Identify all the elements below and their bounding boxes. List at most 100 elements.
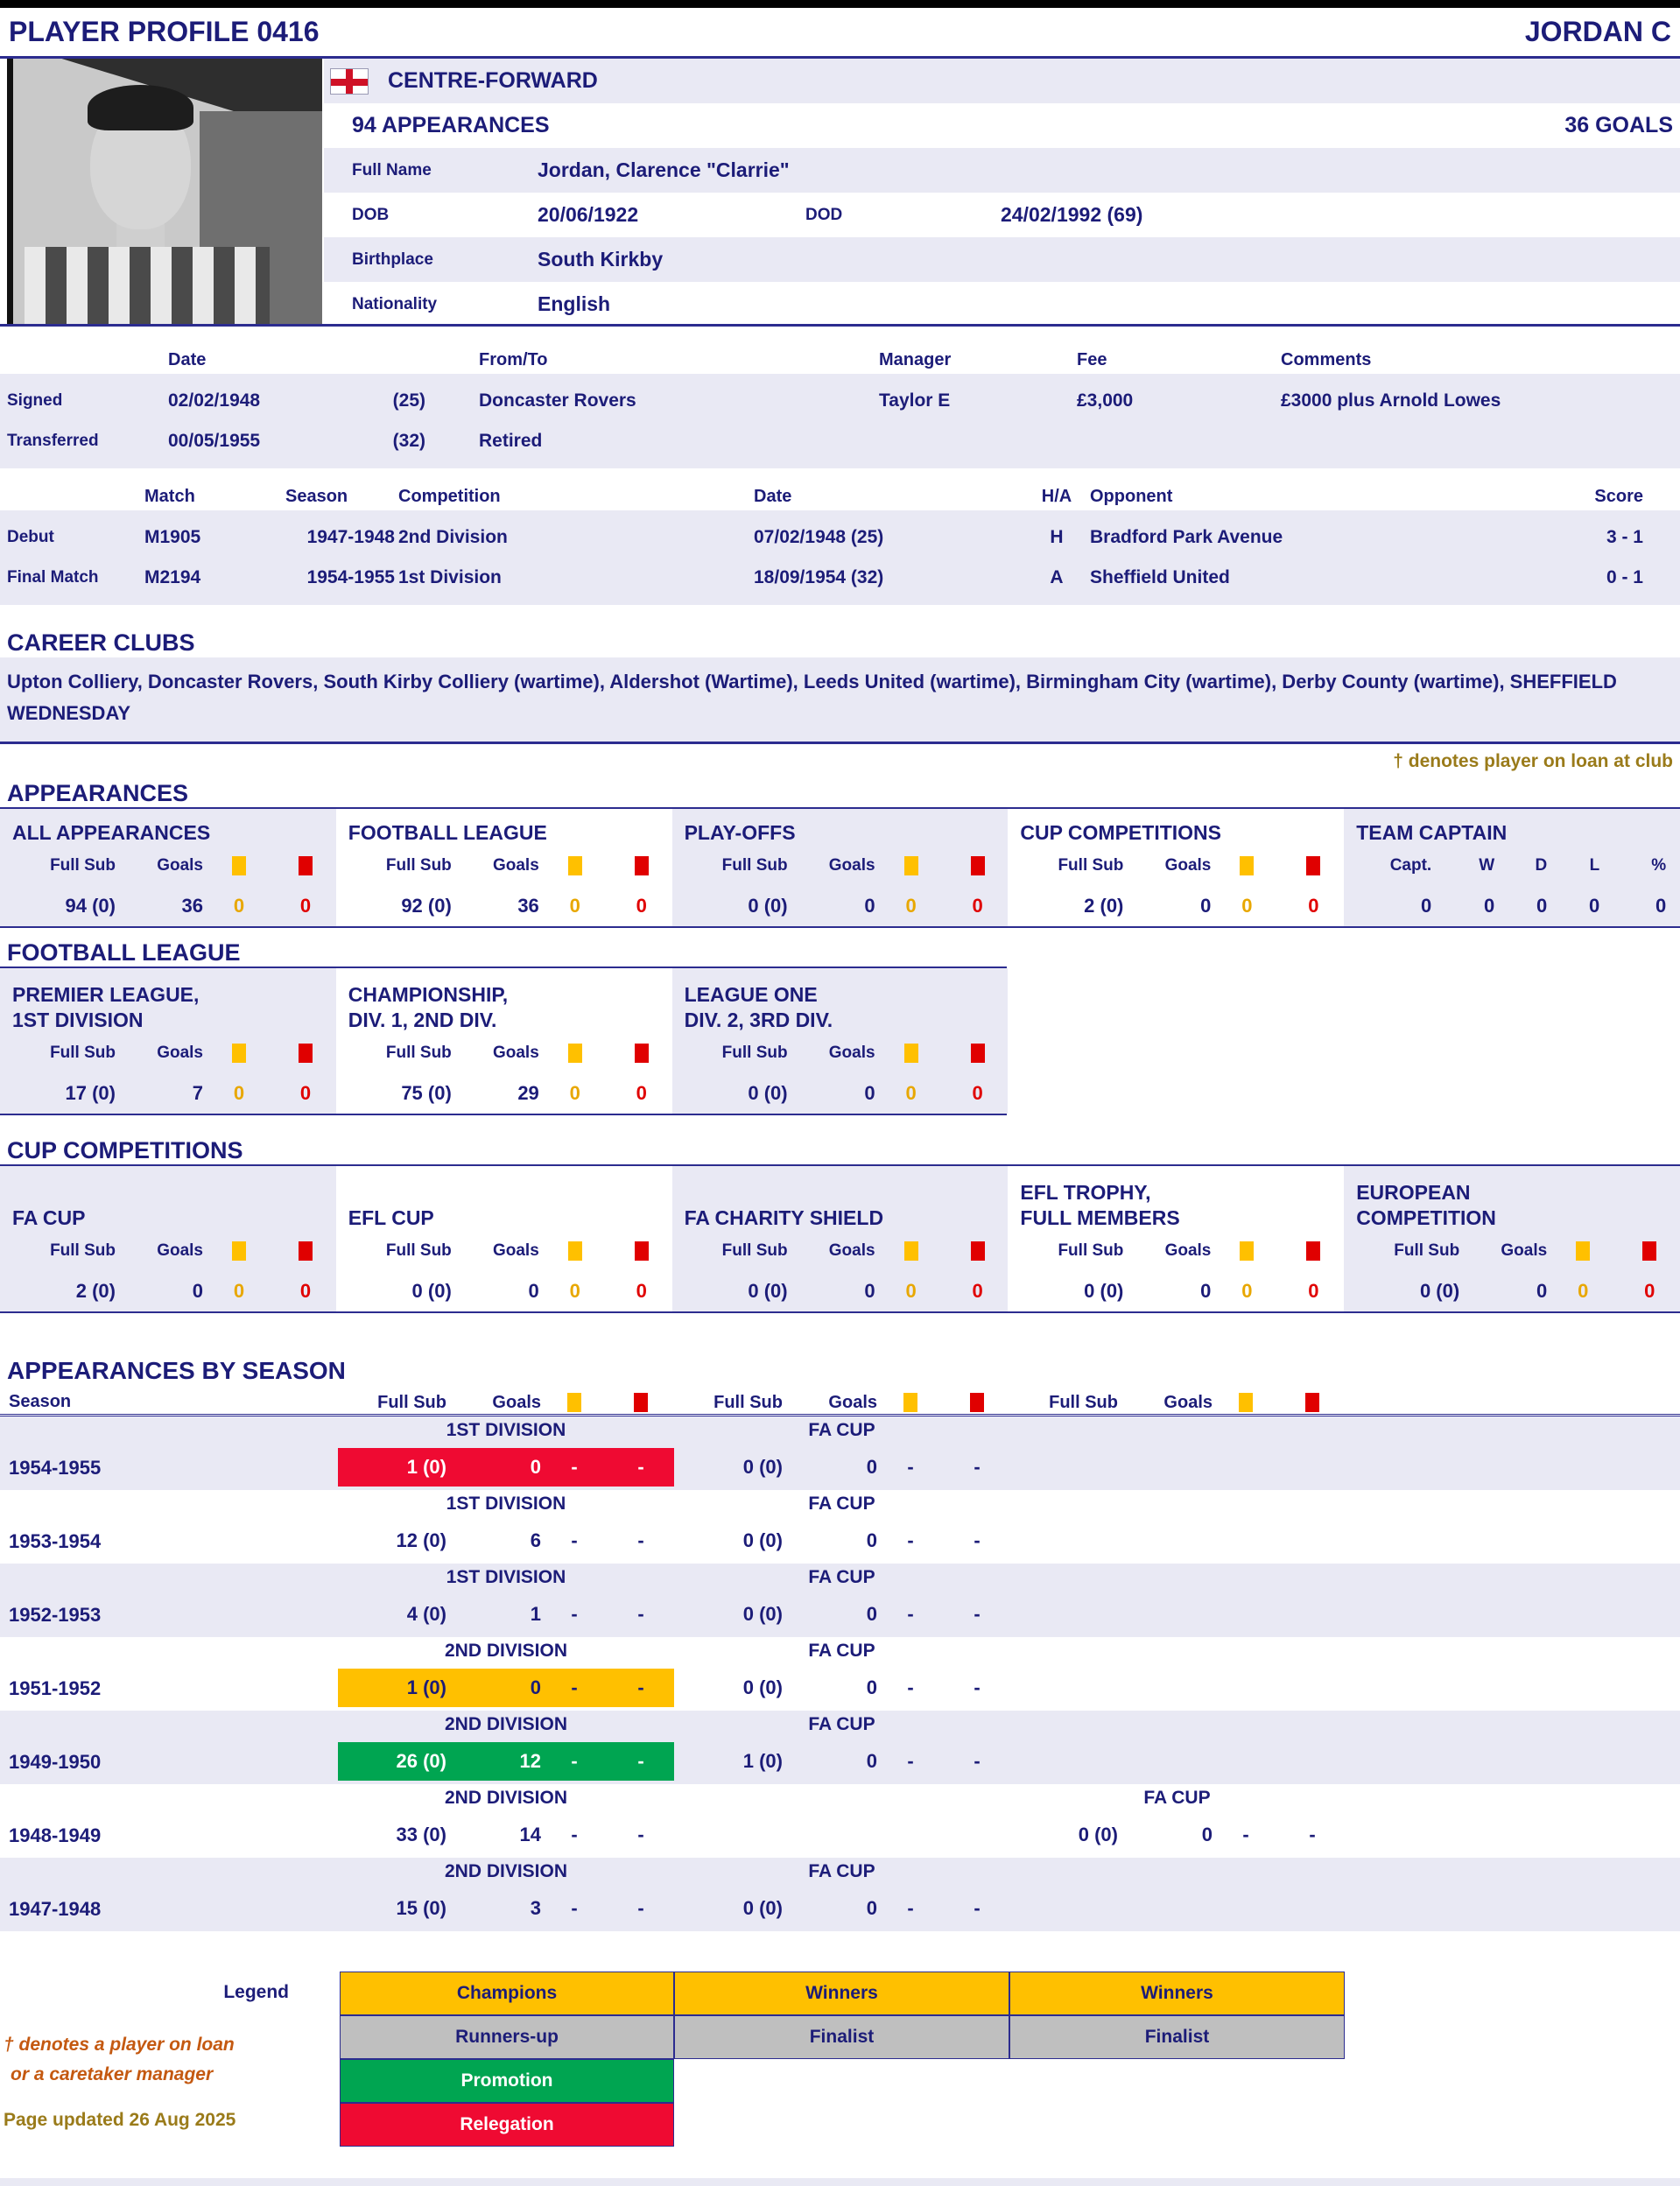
stat-block-premier-league: PREMIER LEAGUE, 1ST DIVISION Full Sub Goal…	[0, 968, 336, 1114]
cup-competitions-title: CUP COMPETITIONS	[0, 1136, 1680, 1166]
red-card-icon	[299, 1241, 313, 1261]
dod-label: DOD	[805, 205, 843, 224]
birthplace-row: Birthplace South Kirkby	[324, 237, 1680, 282]
football-league-section: FOOTBALL LEAGUE PREMIER LEAGUE, 1ST DIVIS…	[0, 938, 1009, 1115]
yellow-card-icon	[1239, 1393, 1253, 1413]
col-match: Match	[144, 486, 195, 506]
red-card-icon	[634, 855, 649, 875]
full-name-row: Full Name Jordan, Clarence "Clarrie"	[324, 148, 1680, 193]
col-manager: Manager	[879, 349, 952, 369]
yellow-card-icon	[232, 1241, 246, 1261]
top-black-bar	[0, 0, 1680, 8]
yellow-card-icon	[903, 1241, 918, 1261]
goals-total: 36 GOALS	[1564, 113, 1673, 137]
col-score: Score	[1594, 486, 1643, 506]
legend-finalist-cup: Finalist	[674, 2015, 1009, 2059]
red-card-icon	[970, 1043, 985, 1063]
red-card-icon	[970, 855, 985, 875]
appearances-title: APPEARANCES	[0, 779, 1680, 809]
loan-caretaker-note-line1: † denotes a player on loan	[4, 2035, 235, 2055]
red-card-icon	[1306, 1241, 1321, 1261]
yellow-card-icon	[903, 1043, 918, 1063]
legend-runners-up: Runners-up	[340, 2015, 674, 2059]
dod-value: 24/02/1992 (69)	[1001, 203, 1143, 226]
yellow-card-icon	[567, 1043, 582, 1063]
stat-block-play-offs: PLAY-OFFS Full Sub Goals 0 (0) 0 0 0	[671, 809, 1009, 926]
table-row: Final Match M2194 1954-1955 1st Division…	[7, 567, 1643, 587]
position-row: CENTRE-FORWARD	[324, 59, 1680, 103]
dob-dod-row: DOB 20/06/1922 DOD 24/02/1992 (69)	[324, 193, 1680, 237]
career-clubs-text: Upton Colliery, Doncaster Rovers, South …	[0, 657, 1680, 744]
loan-note: † denotes player on loan at club	[1393, 751, 1673, 771]
by-season-header: Season Full Sub Goals Full Sub Goals Full …	[0, 1388, 1680, 1416]
transfers-table: Date From/To Manager Fee Comments Signed…	[0, 346, 1680, 468]
loan-caretaker-note-line2: or a caretaker manager	[11, 2064, 214, 2084]
transfers-band: Signed 02/02/1948 (25) Doncaster Rovers …	[0, 374, 1680, 468]
page-updated-note: Page updated 26 Aug 2025	[4, 2110, 236, 2130]
col-comments: Comments	[1281, 349, 1372, 369]
appearances-section: APPEARANCES ALL APPEARANCES Full Sub Goal…	[0, 779, 1680, 928]
col-competition: Competition	[398, 486, 501, 506]
nationality-row: Nationality English	[324, 282, 1680, 327]
legend-relegation: Relegation	[340, 2103, 674, 2147]
yellow-card-icon	[567, 1393, 581, 1413]
transfers-header: Date From/To Manager Fee Comments	[0, 346, 1680, 374]
cup-competitions-section: CUP COMPETITIONS FA CUP Full Sub Goals 2 …	[0, 1136, 1680, 1313]
birthplace-label: Birthplace	[352, 250, 433, 269]
season-row: 2ND DIVISION FA CUP 1948-1949 33 (0) 14- -…	[9, 1788, 1316, 1846]
col-opponent: Opponent	[1090, 486, 1173, 506]
season-row: 1ST DIVISION FA CUP 1953-1954 12 (0) 6- - …	[9, 1494, 981, 1552]
stat-block-european: EUROPEAN COMPETITION Full Sub Goals 0 (0) 0…	[1344, 1166, 1680, 1311]
stat-block-team-captain: TEAM CAPTAIN Capt. W D L % 0 0 0 0 0	[1344, 809, 1680, 926]
profile-info: CENTRE-FORWARD 94 APPEARANCES 36 GOALS F…	[324, 59, 1680, 324]
legend-winners-cup: Winners	[674, 1972, 1009, 2015]
appearances-by-season-section: APPEARANCES BY SEASON Season Full Sub Goa…	[0, 1353, 1680, 1931]
red-card-icon	[970, 1393, 984, 1413]
footer-strip	[0, 2178, 1680, 2186]
stat-block-efl-trophy: EFL TROPHY, FULL MEMBERS Full Sub Goals 0 …	[1020, 1181, 1321, 1302]
title-bar: PLAYER PROFILE 0416 JORDAN C	[0, 8, 1680, 59]
page-title: PLAYER PROFILE 0416	[9, 16, 320, 47]
stat-block-championship: CHAMPIONSHIP, DIV. 1, 2ND DIV. Full Sub Go…	[348, 983, 649, 1104]
profile-section: CENTRE-FORWARD 94 APPEARANCES 36 GOALS F…	[0, 59, 1680, 327]
red-card-icon	[1306, 855, 1321, 875]
stat-block-efl-cup: EFL CUP Full Sub Goals 0 (0) 0 0 0	[348, 1206, 649, 1302]
red-card-icon	[970, 1241, 985, 1261]
season-row: 2ND DIVISION FA CUP 1947-1948 15 (0) 3- - …	[0, 1858, 1680, 1931]
yellow-card-icon	[1240, 1241, 1255, 1261]
milestones-header: Match Season Competition Date H/A Oppone…	[0, 482, 1680, 510]
position-label: CENTRE-FORWARD	[388, 68, 598, 93]
yellow-card-icon	[567, 855, 582, 875]
stat-block-charity-shield: FA CHARITY SHIELD Full Sub Goals 0 (0) 0 0 0	[671, 1166, 1009, 1311]
legend-section: Legend Champions Winners Winners Runners…	[0, 1972, 1680, 2148]
red-card-icon	[634, 1241, 649, 1261]
col-season: Season	[285, 486, 348, 506]
col-date: Date	[168, 349, 207, 369]
col-fromto: From/To	[479, 349, 548, 369]
red-card-icon	[1305, 1393, 1319, 1413]
legend-label: Legend	[223, 1982, 289, 2002]
dob-label: DOB	[352, 205, 390, 224]
season-row: 2ND DIVISION FA CUP 1951-1952 1 (0) 0- - 0…	[0, 1637, 1680, 1711]
col-fee: Fee	[1077, 349, 1107, 369]
legend-winners-other: Winners	[1009, 1972, 1345, 2015]
season-row: 2ND DIVISION FA CUP 1949-1950 26 (0) 12- -…	[0, 1711, 1680, 1784]
football-league-title: FOOTBALL LEAGUE	[0, 938, 1007, 968]
table-row: Signed 02/02/1948 (25) Doncaster Rovers …	[7, 390, 1501, 411]
stat-block-fa-cup: FA CUP Full Sub Goals 2 (0) 0 0 0	[0, 1166, 336, 1311]
yellow-card-icon	[567, 1241, 582, 1261]
apps-goals-row: 94 APPEARANCES 36 GOALS	[324, 103, 1680, 148]
milestones-band: Debut M1905 1947-1948 2nd Division 07/02…	[0, 510, 1680, 605]
nationality-value: English	[538, 292, 611, 315]
legend-champions: Champions	[340, 1972, 674, 2015]
stat-block-football-league: FOOTBALL LEAGUE Full Sub Goals 92 (0) 36 0 0	[348, 821, 649, 917]
col-date: Date	[754, 486, 792, 506]
red-card-icon	[299, 1043, 313, 1063]
yellow-card-icon	[1576, 1241, 1591, 1261]
red-card-icon	[634, 1043, 649, 1063]
red-card-icon	[299, 855, 313, 875]
table-row: Transferred 00/05/1955 (32) Retired	[7, 431, 543, 451]
yellow-card-icon	[903, 855, 918, 875]
season-row: 1ST DIVISION FA CUP 1954-1955 1 (0) 0- - 0…	[0, 1416, 1680, 1490]
yellow-card-icon	[232, 1043, 246, 1063]
